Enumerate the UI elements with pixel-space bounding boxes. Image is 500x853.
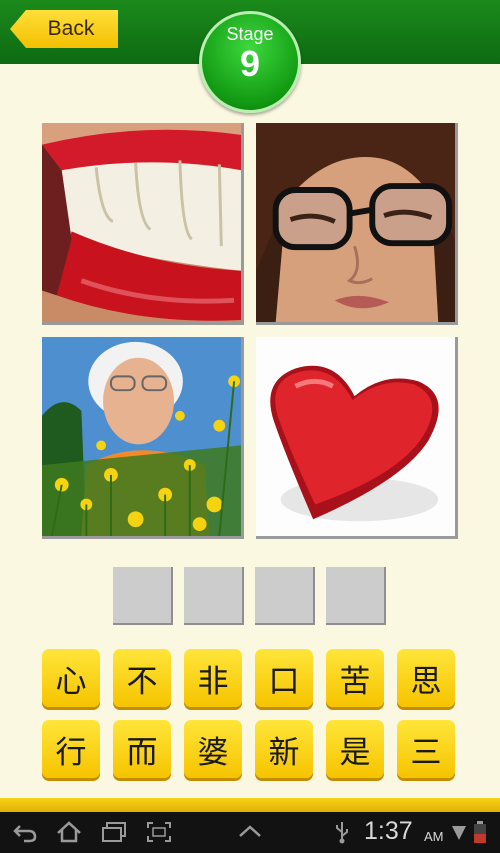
answer-slot-3[interactable] [255,567,315,625]
letter-key[interactable]: 心 [42,649,100,707]
lips-teeth-photo[interactable] [42,123,244,325]
back-button[interactable]: Back [10,10,118,48]
letter-key[interactable]: 婆 [184,720,242,778]
letter-key[interactable]: 口 [255,649,313,707]
elderly-woman-flowers-photo[interactable] [42,337,244,539]
recent-apps-icon[interactable] [100,820,128,844]
clock-ampm: AM [424,829,444,844]
back-nav-icon[interactable] [12,820,38,844]
woman-squinting-icon [256,123,455,322]
chevron-up-icon[interactable] [236,820,264,844]
answer-slot-4[interactable] [326,567,386,625]
bottom-divider [0,798,500,812]
elderly-woman-icon [42,337,241,536]
letter-key[interactable]: 不 [113,649,171,707]
clock-time: 1:37 [364,817,413,845]
letter-key[interactable]: 思 [397,649,455,707]
wifi-icon [452,826,466,840]
letter-key[interactable]: 新 [255,720,313,778]
system-nav-bar: 1:37 AM [0,812,500,853]
screenshot-icon[interactable] [145,820,173,844]
stage-label: Stage [226,24,274,44]
stage-number: 9 [239,43,261,84]
red-heart-photo[interactable] [256,337,458,539]
usb-icon [336,822,348,844]
letter-key[interactable]: 非 [184,649,242,707]
answer-slot-1[interactable] [113,567,173,625]
letter-key[interactable]: 行 [42,720,100,778]
back-button-label: Back [47,17,95,40]
answer-slot-2[interactable] [184,567,244,625]
lips-teeth-icon [42,123,241,322]
red-heart-icon [256,337,455,536]
letter-key[interactable]: 而 [113,720,171,778]
battery-icon [474,821,486,843]
stage-badge: Stage 9 [199,11,301,113]
letter-key[interactable]: 是 [326,720,384,778]
letter-key[interactable]: 苦 [326,649,384,707]
letter-key[interactable]: 三 [397,720,455,778]
woman-squinting-photo[interactable] [256,123,458,325]
home-nav-icon[interactable] [55,820,83,844]
